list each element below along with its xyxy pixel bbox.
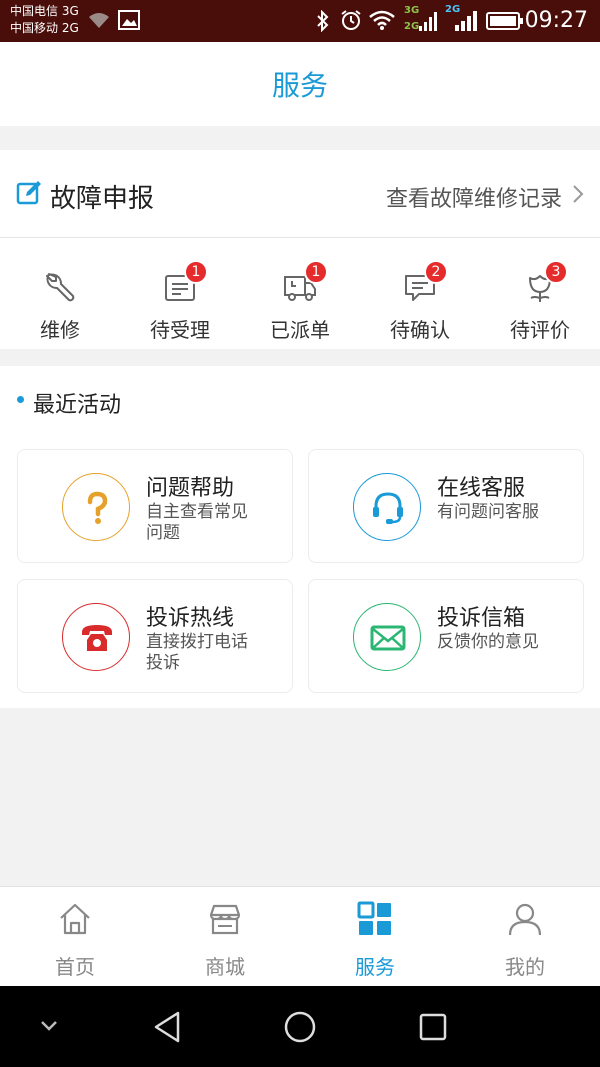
status-label: 待评价 bbox=[510, 318, 570, 342]
status-bar: 中国电信 3G 中国移动 2G 3G 2G 2G 09:27 bbox=[0, 0, 600, 42]
bullet-dot bbox=[17, 396, 24, 403]
phone-icon bbox=[62, 603, 130, 671]
recent-activities-section: 最近活动 问题帮助 自主查看常见问题 在线客服 有问题问客服 投诉热线 直接拨打… bbox=[0, 366, 600, 708]
clock: 09:27 bbox=[524, 8, 588, 33]
card-description: 直接拨打电话投诉 bbox=[146, 632, 248, 673]
online-support-card[interactable]: 在线客服 有问题问客服 bbox=[308, 449, 584, 563]
grid-icon bbox=[357, 901, 391, 935]
notification-badge: 1 bbox=[184, 260, 208, 284]
image-icon bbox=[118, 10, 140, 30]
carrier-2: 中国移动 2G bbox=[10, 21, 79, 35]
user-icon bbox=[508, 903, 542, 936]
carrier-info: 中国电信 3G 中国移动 2G bbox=[10, 3, 79, 37]
tab-label: 我的 bbox=[505, 955, 545, 979]
card-description: 反馈你的意见 bbox=[437, 632, 539, 652]
card-description: 有问题问客服 bbox=[437, 502, 539, 522]
status-pending-confirm[interactable]: 2 待确认 bbox=[360, 258, 480, 342]
status-label: 已派单 bbox=[270, 318, 330, 342]
complaint-hotline-card[interactable]: 投诉热线 直接拨打电话投诉 bbox=[17, 579, 293, 693]
tab-label: 首页 bbox=[55, 955, 95, 979]
card-title: 在线客服 bbox=[437, 476, 526, 501]
tab-store[interactable]: 商城 bbox=[150, 887, 300, 987]
fault-report-header: 故障申报 查看故障维修记录 bbox=[0, 150, 600, 238]
card-title: 投诉信箱 bbox=[437, 606, 526, 631]
fault-report-title: 故障申报 bbox=[50, 184, 155, 214]
help-card[interactable]: 问题帮助 自主查看常见问题 bbox=[17, 449, 293, 563]
app-header: 服务 bbox=[0, 42, 600, 126]
bluetooth-icon bbox=[317, 10, 329, 32]
system-navigation-bar bbox=[0, 986, 600, 1067]
status-repair[interactable]: 维修 bbox=[0, 258, 120, 342]
tab-label: 商城 bbox=[205, 955, 245, 979]
page-title: 服务 bbox=[271, 69, 328, 102]
edit-icon bbox=[16, 181, 41, 205]
fault-report-card: 故障申报 查看故障维修记录 维修 1 待受理 1 已派单 2 待确认 3 待评价 bbox=[0, 150, 600, 349]
alarm-icon bbox=[341, 10, 361, 30]
card-title: 投诉热线 bbox=[146, 606, 235, 631]
signal-icon-1 bbox=[419, 12, 437, 31]
tab-home[interactable]: 首页 bbox=[0, 887, 150, 987]
signal-icon-2 bbox=[455, 11, 477, 31]
chevron-right-icon[interactable] bbox=[572, 184, 584, 204]
battery-icon bbox=[486, 12, 523, 30]
back-icon[interactable] bbox=[152, 1010, 182, 1044]
recent-apps-icon[interactable] bbox=[418, 1012, 448, 1042]
network-type: 3G 2G bbox=[404, 5, 420, 32]
home-circle-icon[interactable] bbox=[283, 1010, 317, 1044]
question-icon bbox=[62, 473, 130, 541]
card-description: 自主查看常见问题 bbox=[146, 502, 248, 543]
store-icon bbox=[209, 904, 241, 935]
status-label: 待受理 bbox=[150, 318, 210, 342]
tab-me[interactable]: 我的 bbox=[450, 887, 600, 987]
status-label: 待确认 bbox=[390, 318, 450, 342]
wrench-icon bbox=[46, 273, 75, 302]
complaint-mailbox-card[interactable]: 投诉信箱 反馈你的意见 bbox=[308, 579, 584, 693]
bottom-tab-bar: 首页 商城 服务 我的 bbox=[0, 886, 600, 986]
notification-badge: 3 bbox=[544, 260, 568, 284]
headset-icon bbox=[353, 473, 421, 541]
notification-badge: 1 bbox=[304, 260, 328, 284]
tab-label: 服务 bbox=[355, 955, 395, 979]
carrier-1: 中国电信 3G bbox=[10, 4, 79, 18]
section-title: 最近活动 bbox=[33, 393, 122, 418]
home-icon bbox=[60, 903, 90, 935]
chevron-down-icon[interactable] bbox=[40, 1020, 58, 1032]
wifi-icon bbox=[369, 10, 395, 30]
notification-badge: 2 bbox=[424, 260, 448, 284]
wifi-off-icon bbox=[89, 13, 109, 28]
status-pending-review[interactable]: 3 待评价 bbox=[480, 258, 600, 342]
card-title: 问题帮助 bbox=[146, 476, 235, 501]
tab-service[interactable]: 服务 bbox=[300, 887, 450, 987]
status-dispatched[interactable]: 1 已派单 bbox=[240, 258, 360, 342]
status-label: 维修 bbox=[40, 318, 80, 342]
mail-icon bbox=[353, 603, 421, 671]
status-pending-accept[interactable]: 1 待受理 bbox=[120, 258, 240, 342]
repair-history-link[interactable]: 查看故障维修记录 bbox=[386, 181, 562, 213]
